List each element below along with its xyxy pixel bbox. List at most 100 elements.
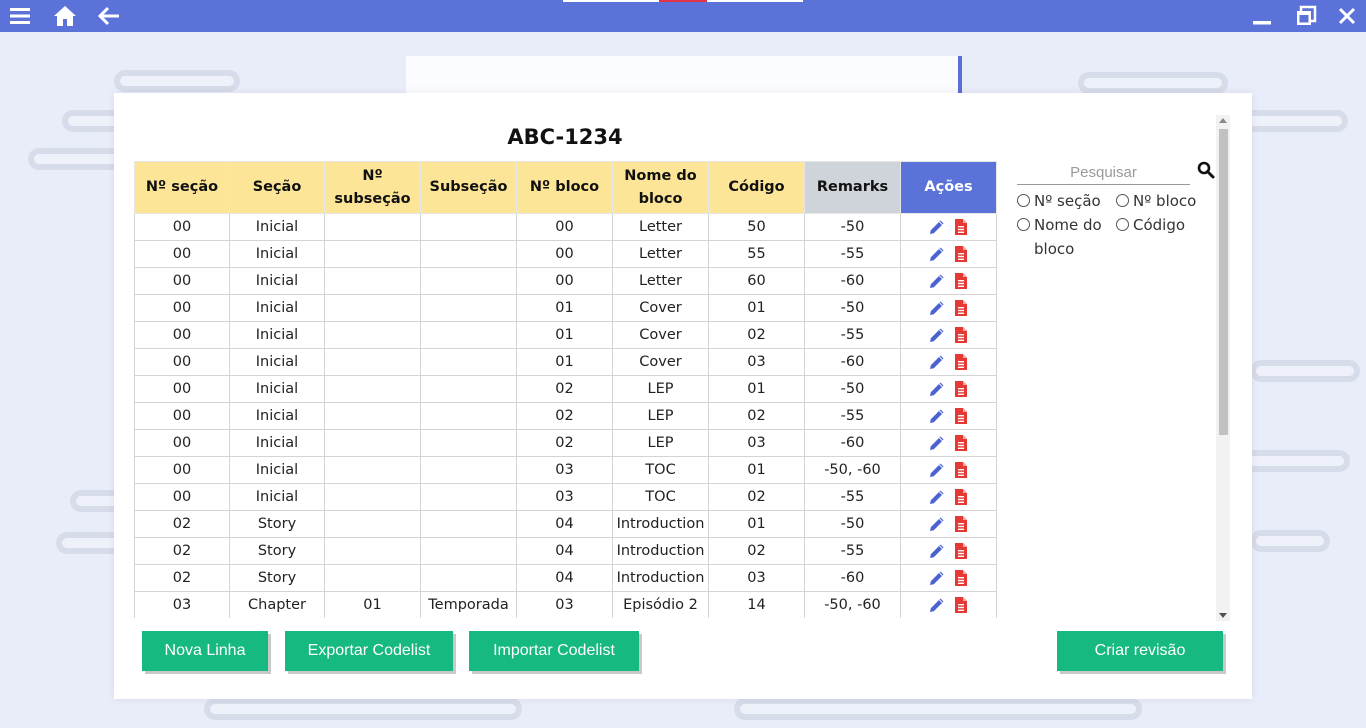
scroll-down-arrow-icon[interactable] <box>1219 613 1227 618</box>
cell-n-subsecao <box>324 402 421 430</box>
cell-n-subsecao <box>324 348 421 376</box>
pdf-file-icon[interactable] <box>952 326 970 344</box>
table-row[interactable]: 00 Inicial 03 TOC 01 -50, -60 <box>134 456 997 484</box>
pencil-icon[interactable] <box>928 434 946 452</box>
pencil-icon[interactable] <box>928 569 946 587</box>
pdf-file-icon[interactable] <box>952 596 970 614</box>
radio-button[interactable] <box>1017 194 1030 207</box>
pdf-file-icon[interactable] <box>952 272 970 290</box>
pdf-file-icon[interactable] <box>952 407 970 425</box>
column-header-remarks[interactable]: Remarks <box>804 161 901 214</box>
search-icon[interactable] <box>1197 161 1217 181</box>
cell-nome-bloco: TOC <box>612 456 709 484</box>
pencil-icon[interactable] <box>928 407 946 425</box>
pencil-icon[interactable] <box>928 515 946 533</box>
pencil-icon[interactable] <box>928 380 946 398</box>
table-row[interactable]: 03 Chapter 01 Temporada 03 Episódio 2 14 -50, -… <box>134 591 997 618</box>
table-header-row: Nº seção Seção Nº subseção Subseção Nº b… <box>134 161 997 214</box>
column-header-nome-bloco[interactable]: Nome do bloco <box>612 161 709 214</box>
close-icon[interactable] <box>1335 4 1359 28</box>
pencil-icon[interactable] <box>928 299 946 317</box>
filter-n-secao-radio[interactable]: Nº seção <box>1017 189 1101 213</box>
filter-nome-bloco-radio[interactable]: Nome do bloco <box>1017 213 1124 261</box>
pencil-icon[interactable] <box>928 218 946 236</box>
back-arrow-icon[interactable] <box>97 4 121 28</box>
table-row[interactable]: 00 Inicial 01 Cover 01 -50 <box>134 294 997 322</box>
column-header-secao[interactable]: Seção <box>229 161 325 214</box>
background-pill <box>1250 530 1330 552</box>
criar-revisao-button[interactable]: Criar revisão <box>1057 631 1223 671</box>
cell-nome-bloco: Letter <box>612 213 709 241</box>
pdf-file-icon[interactable] <box>952 461 970 479</box>
radio-button[interactable] <box>1017 218 1030 231</box>
cell-n-subsecao <box>324 456 421 484</box>
pencil-icon[interactable] <box>928 488 946 506</box>
importar-codelist-button[interactable]: Importar Codelist <box>469 631 639 671</box>
table-row[interactable]: 02 Story 04 Introduction 01 -50 <box>134 510 997 538</box>
pencil-icon[interactable] <box>928 245 946 263</box>
table-row[interactable]: 00 Inicial 00 Letter 60 -60 <box>134 267 997 295</box>
cell-acoes <box>900 348 997 376</box>
restore-icon[interactable] <box>1294 4 1318 28</box>
exportar-codelist-button[interactable]: Exportar Codelist <box>285 631 453 671</box>
radio-button[interactable] <box>1116 194 1129 207</box>
cell-n-subsecao <box>324 375 421 403</box>
cell-n-bloco: 01 <box>516 294 613 322</box>
cell-nome-bloco: LEP <box>612 375 709 403</box>
codelist-table: Nº seção Seção Nº subseção Subseção Nº b… <box>134 161 997 618</box>
minimize-icon[interactable] <box>1250 4 1274 28</box>
column-header-subsecao[interactable]: Subseção <box>420 161 517 214</box>
pdf-file-icon[interactable] <box>952 434 970 452</box>
scrollbar-thumb[interactable] <box>1219 129 1228 435</box>
column-header-codigo[interactable]: Código <box>708 161 805 214</box>
column-header-n-secao[interactable]: Nº seção <box>134 161 230 214</box>
cell-n-subsecao <box>324 294 421 322</box>
column-header-n-subsecao[interactable]: Nº subseção <box>324 161 421 214</box>
table-row[interactable]: 00 Inicial 02 LEP 01 -50 <box>134 375 997 403</box>
cell-acoes <box>900 483 997 511</box>
table-row[interactable]: 00 Inicial 03 TOC 02 -55 <box>134 483 997 511</box>
pdf-file-icon[interactable] <box>952 353 970 371</box>
pdf-file-icon[interactable] <box>952 542 970 560</box>
pdf-file-icon[interactable] <box>952 515 970 533</box>
codelist-table-container[interactable]: Nº seção Seção Nº subseção Subseção Nº b… <box>134 161 997 618</box>
radio-button[interactable] <box>1116 218 1129 231</box>
pencil-icon[interactable] <box>928 353 946 371</box>
pdf-file-icon[interactable] <box>952 218 970 236</box>
filter-n-bloco-radio[interactable]: Nº bloco <box>1116 189 1196 213</box>
pencil-icon[interactable] <box>928 596 946 614</box>
column-header-acoes: Ações <box>900 161 997 214</box>
table-row[interactable]: 00 Inicial 01 Cover 02 -55 <box>134 321 997 349</box>
pdf-file-icon[interactable] <box>952 299 970 317</box>
pencil-icon[interactable] <box>928 272 946 290</box>
filter-codigo-radio[interactable]: Código <box>1116 213 1185 237</box>
pdf-file-icon[interactable] <box>952 245 970 263</box>
cell-n-secao: 00 <box>134 375 230 403</box>
search-input[interactable] <box>1017 161 1190 185</box>
home-icon[interactable] <box>53 4 77 28</box>
table-row[interactable]: 00 Inicial 00 Letter 55 -55 <box>134 240 997 268</box>
column-header-n-bloco[interactable]: Nº bloco <box>516 161 613 214</box>
table-row[interactable]: 00 Inicial 00 Letter 50 -50 <box>134 213 997 241</box>
table-row[interactable]: 00 Inicial 02 LEP 03 -60 <box>134 429 997 457</box>
cell-n-subsecao <box>324 267 421 295</box>
pdf-file-icon[interactable] <box>952 380 970 398</box>
scroll-up-arrow-icon[interactable] <box>1219 118 1227 123</box>
table-row[interactable]: 02 Story 04 Introduction 03 -60 <box>134 564 997 592</box>
table-row[interactable]: 00 Inicial 01 Cover 03 -60 <box>134 348 997 376</box>
menu-icon[interactable] <box>8 4 32 28</box>
cell-n-bloco: 01 <box>516 321 613 349</box>
scrollbar[interactable] <box>1216 115 1230 621</box>
pencil-icon[interactable] <box>928 461 946 479</box>
table-row[interactable]: 02 Story 04 Introduction 02 -55 <box>134 537 997 565</box>
nova-linha-button[interactable]: Nova Linha <box>142 631 268 671</box>
table-row[interactable]: 00 Inicial 02 LEP 02 -55 <box>134 402 997 430</box>
pencil-icon[interactable] <box>928 326 946 344</box>
pdf-file-icon[interactable] <box>952 569 970 587</box>
cell-n-secao: 00 <box>134 402 230 430</box>
pencil-icon[interactable] <box>928 542 946 560</box>
search-filter-group: Nº seção Nº bloco Nome do bloco Código <box>1017 189 1212 261</box>
cell-codigo: 14 <box>708 591 805 618</box>
pdf-file-icon[interactable] <box>952 488 970 506</box>
cell-secao: Inicial <box>229 267 325 295</box>
